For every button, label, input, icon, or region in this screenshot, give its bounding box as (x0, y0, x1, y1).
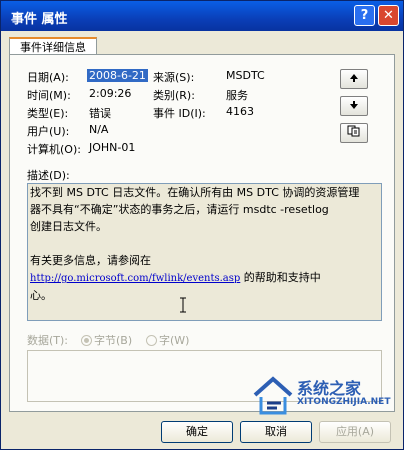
radio-dot (81, 335, 92, 346)
event-id-value: 4163 (226, 105, 254, 118)
event-properties-window: 事件 属性 ? ✕ 事件详细信息 日期(A): 2008-6-21 来源(S):… (0, 0, 404, 450)
source-value: MSDTC (226, 69, 265, 82)
computer-label: 计算机(O): (27, 143, 81, 156)
previous-event-button[interactable] (340, 69, 368, 89)
category-value: 服务 (226, 89, 248, 102)
help-link[interactable]: http://go.microsoft.com/fwlink/events.as… (30, 273, 240, 284)
type-value: 错误 (89, 107, 111, 120)
description-spacer (28, 235, 381, 252)
window-title: 事件 属性 (11, 12, 68, 27)
words-radio-label: 字(W) (159, 334, 190, 347)
type-label: 类型(E): (27, 107, 69, 120)
watermark-url: XITONGZHIJIA.NET (297, 397, 391, 407)
bytes-radio-label: 字节(B) (94, 334, 133, 347)
arrow-up-icon (350, 74, 358, 82)
title-bar[interactable]: 事件 属性 ? ✕ (1, 1, 403, 31)
event-id-label: 事件 ID(I): (153, 107, 206, 120)
watermark-name: 系统之家 (297, 379, 362, 398)
description-line: 有关更多信息，请参阅在 (30, 254, 151, 267)
cancel-button[interactable]: 取消 (240, 421, 312, 443)
description-line: 创建日志文件。 (30, 220, 107, 233)
tab-event-details[interactable]: 事件详细信息 (9, 37, 97, 55)
time-label: 时间(M): (27, 89, 71, 102)
copy-button[interactable] (340, 123, 368, 143)
apply-button[interactable]: 应用(A) (319, 421, 391, 443)
text-cursor-icon (180, 297, 186, 313)
description-label: 描述(D): (27, 169, 70, 182)
arrow-down-icon (350, 101, 358, 109)
radio-dot (146, 335, 157, 346)
time-value: 2:09:26 (89, 87, 132, 100)
source-label: 来源(S): (153, 71, 195, 84)
description-line-with-link: http://go.microsoft.com/fwlink/events.as… (28, 269, 381, 287)
description-line: 找不到 MS DTC 日志文件。在确认所有由 MS DTC 协调的资源管理 (30, 186, 360, 199)
date-label: 日期(A): (27, 71, 69, 84)
close-button[interactable]: ✕ (378, 5, 399, 26)
date-value: 2008-6-21 (87, 69, 148, 82)
copy-icon (347, 125, 360, 137)
ok-button[interactable]: 确定 (161, 421, 233, 443)
description-line: 器不具有“不确定”状态的事务之后，请运行 msdtc -resetlog (30, 203, 329, 216)
description-line: 心。 (30, 289, 52, 302)
help-button[interactable]: ? (354, 5, 375, 26)
bytes-radio[interactable]: 字节(B) (81, 332, 132, 348)
computer-value: JOHN-01 (89, 141, 136, 154)
user-label: 用户(U): (27, 125, 70, 138)
category-label: 类别(R): (153, 89, 195, 102)
data-label: 数据(T): (27, 334, 69, 347)
house-logo-icon (253, 376, 293, 415)
watermark: 系统之家 XITONGZHIJIA.NET (251, 371, 391, 419)
next-event-button[interactable] (340, 96, 368, 116)
description-textbox[interactable]: 找不到 MS DTC 日志文件。在确认所有由 MS DTC 协调的资源管理 器不… (27, 183, 382, 321)
user-value: N/A (89, 123, 109, 136)
description-text: 的帮助和支持中 (240, 271, 321, 284)
words-radio[interactable]: 字(W) (146, 332, 189, 348)
